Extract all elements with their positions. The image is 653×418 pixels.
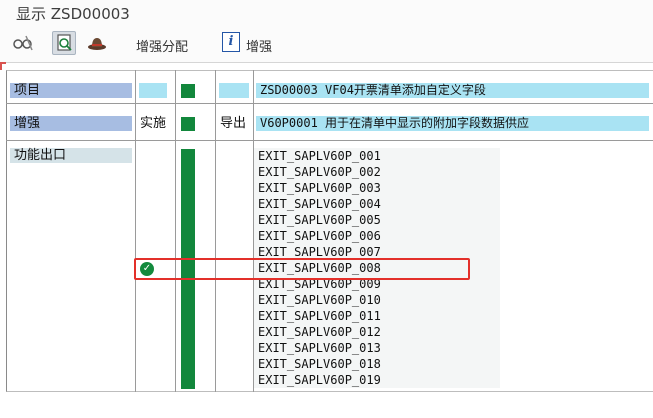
export-column-header: 导出 <box>220 116 247 131</box>
title-bar: 显示 ZSD00003 <box>0 0 653 26</box>
column-divider <box>215 70 216 392</box>
function-exit-item[interactable]: EXIT_SAPLV60P_004 <box>254 196 500 212</box>
function-exit-item[interactable]: EXIT_SAPLV60P_012 <box>254 324 500 340</box>
enhancement-label: 增强 <box>10 116 132 131</box>
function-exit-item[interactable]: EXIT_SAPLV60P_019 <box>254 372 500 388</box>
row-divider <box>6 103 653 104</box>
project-export-cell <box>219 83 249 98</box>
function-exit-item[interactable]: EXIT_SAPLV60P_003 <box>254 180 500 196</box>
function-exit-item[interactable]: EXIT_SAPLV60P_001 <box>254 148 500 164</box>
corner-marker <box>0 62 2 70</box>
function-exit-item[interactable]: EXIT_SAPLV60P_002 <box>254 164 500 180</box>
function-exit-item[interactable]: EXIT_SAPLV60P_005 <box>254 212 500 228</box>
enhancement-value[interactable]: V60P0001 用于在清单中显示的附加字段数据供应 <box>256 116 649 131</box>
column-divider <box>135 70 136 392</box>
toolbar: 增强分配 i 增强 <box>0 26 653 63</box>
row-divider <box>6 140 653 141</box>
info-icon[interactable]: i <box>222 32 240 52</box>
function-exit-item[interactable]: EXIT_SAPLV60P_011 <box>254 308 500 324</box>
project-impl-cell <box>139 83 167 98</box>
enhancement-assignment-button[interactable]: 增强分配 <box>136 36 188 55</box>
function-exit-item[interactable]: EXIT_SAPLV60P_013 <box>254 340 500 356</box>
project-label: 项目 <box>10 83 132 98</box>
display-change-icon[interactable] <box>12 32 34 54</box>
function-exit-item[interactable]: EXIT_SAPLV60P_010 <box>254 292 500 308</box>
project-value[interactable]: ZSD00003 VF04开票清单添加自定义字段 <box>256 83 649 98</box>
check-object-icon[interactable] <box>52 31 76 55</box>
function-exit-item[interactable]: EXIT_SAPLV60P_006 <box>254 228 500 244</box>
function-exit-label: 功能出口 <box>10 148 132 163</box>
enhancement-status-icon <box>181 117 195 131</box>
function-exit-item[interactable]: EXIT_SAPLV60P_018 <box>254 356 500 372</box>
enhancement-button[interactable]: 增强 <box>246 36 272 55</box>
project-status-icon <box>181 84 195 98</box>
implementation-column-header: 实施 <box>140 116 167 131</box>
highlight-annotation <box>134 258 470 280</box>
hat-icon[interactable] <box>86 32 108 54</box>
column-divider <box>175 70 176 392</box>
window-title: 显示 ZSD00003 <box>16 5 130 23</box>
